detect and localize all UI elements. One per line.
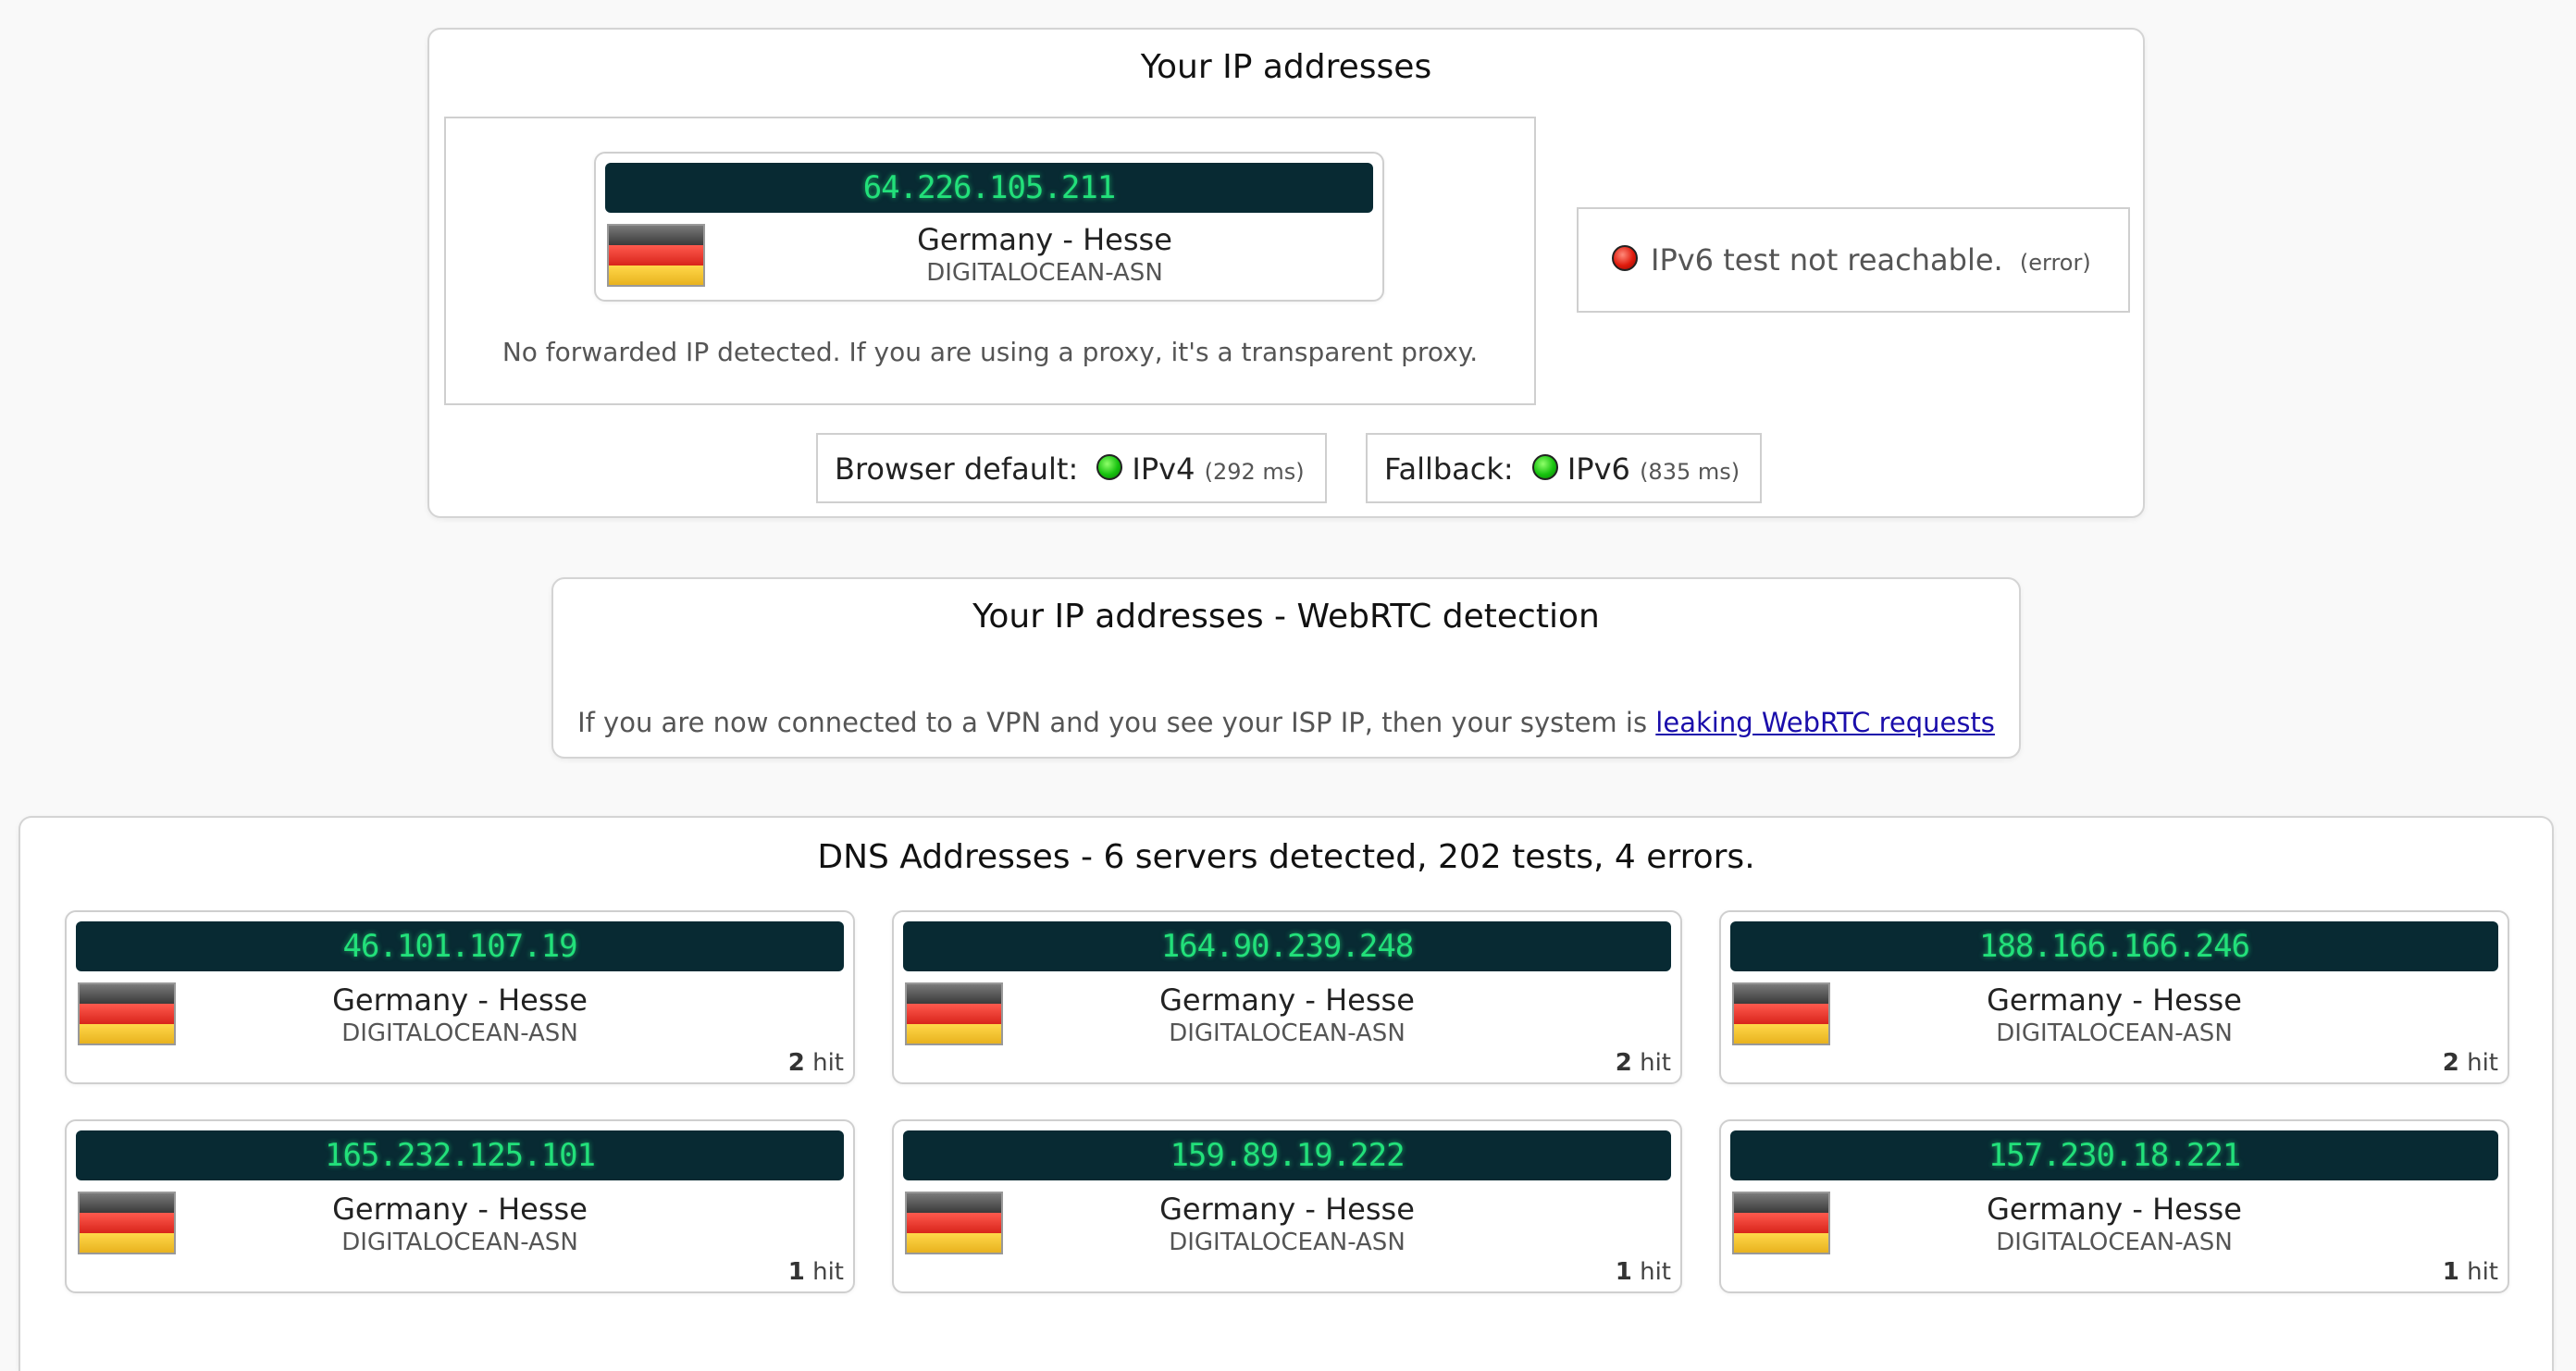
dns-server-ip[interactable]: 165.232.125.101 bbox=[76, 1130, 844, 1180]
dns-server-hits: 2 hit bbox=[788, 1049, 844, 1077]
dns-server-ip[interactable]: 188.166.166.246 bbox=[1730, 921, 2498, 971]
ipv4-location: Germany - Hesse bbox=[917, 222, 1172, 257]
dns-server-ip[interactable]: 157.230.18.221 bbox=[1730, 1130, 2498, 1180]
dns-panel-title: DNS Addresses - 6 servers detected, 202 … bbox=[817, 838, 1755, 876]
dns-server-asn: DIGITALOCEAN-ASN bbox=[1996, 1019, 2233, 1047]
dns-server-hit-count: 1 bbox=[2442, 1258, 2459, 1286]
red-status-dot-icon bbox=[1612, 245, 1638, 271]
fallback-box: Fallback: IPv6 (835 ms) bbox=[1366, 433, 1762, 503]
dns-server-hits: 1 hit bbox=[788, 1258, 844, 1286]
dns-server-card: 46.101.107.19 Germany - Hesse DIGITALOCEAN… bbox=[65, 910, 855, 1084]
dns-server-location: Germany - Hesse bbox=[1159, 1192, 1415, 1227]
dns-panel: DNS Addresses - 6 servers detected, 202 … bbox=[19, 816, 2554, 1371]
ipv6-error-detail: (error) bbox=[2019, 250, 2091, 276]
dns-server-ip[interactable]: 159.89.19.222 bbox=[903, 1130, 1671, 1180]
webrtc-leak-link[interactable]: leaking WebRTC requests bbox=[1655, 707, 1995, 738]
germany-flag-icon bbox=[607, 224, 705, 287]
dns-server-asn: DIGITALOCEAN-ASN bbox=[1169, 1019, 1406, 1047]
browser-default-label: Browser default: bbox=[835, 451, 1079, 487]
dns-server-hits: 2 hit bbox=[2443, 1049, 2498, 1077]
dns-server-asn: DIGITALOCEAN-ASN bbox=[341, 1019, 578, 1047]
dns-server-hits: 2 hit bbox=[1616, 1049, 1671, 1077]
browser-default-protocol: IPv4 bbox=[1132, 451, 1195, 487]
dns-server-asn: DIGITALOCEAN-ASN bbox=[1996, 1229, 2233, 1256]
webrtc-note-text: If you are now connected to a VPN and yo… bbox=[577, 707, 1656, 738]
green-status-dot-icon bbox=[1096, 454, 1123, 480]
dns-server-hit-label: hit bbox=[2467, 1258, 2498, 1286]
dns-server-location: Germany - Hesse bbox=[1987, 1192, 2242, 1227]
dns-server-hit-count: 2 bbox=[2442, 1049, 2459, 1077]
dns-server-hit-count: 1 bbox=[787, 1258, 805, 1286]
browser-default-box: Browser default: IPv4 (292 ms) bbox=[816, 433, 1327, 503]
dns-server-location: Germany - Hesse bbox=[332, 982, 588, 1018]
fallback-label: Fallback: bbox=[1384, 451, 1514, 487]
ipv4-card: 64.226.105.211 Germany - Hesse DIGITALOC… bbox=[594, 152, 1384, 302]
dns-server-location: Germany - Hesse bbox=[332, 1192, 588, 1227]
dns-server-ip[interactable]: 164.90.239.248 bbox=[903, 921, 1671, 971]
ipv4-asn: DIGITALOCEAN-ASN bbox=[926, 259, 1163, 287]
dns-server-hit-label: hit bbox=[2467, 1049, 2498, 1077]
ipv4-address[interactable]: 64.226.105.211 bbox=[605, 163, 1373, 213]
dns-server-hit-label: hit bbox=[812, 1258, 844, 1286]
dns-server-asn: DIGITALOCEAN-ASN bbox=[341, 1229, 578, 1256]
dns-server-card: 159.89.19.222 Germany - Hesse DIGITALOCEAN… bbox=[892, 1119, 1682, 1293]
dns-server-hit-count: 2 bbox=[787, 1049, 805, 1077]
ipv6-message: IPv6 test not reachable. bbox=[1651, 242, 2003, 278]
ip-addresses-panel: Your IP addresses 64.226.105.211 Germany… bbox=[427, 28, 2145, 518]
browser-default-time: (292 ms) bbox=[1204, 459, 1305, 485]
dns-server-card: 165.232.125.101 Germany - Hesse DIGITALOCE… bbox=[65, 1119, 855, 1293]
webrtc-panel-title: Your IP addresses - WebRTC detection bbox=[972, 598, 1600, 636]
dns-server-ip[interactable]: 46.101.107.19 bbox=[76, 921, 844, 971]
dns-server-asn: DIGITALOCEAN-ASN bbox=[1169, 1229, 1406, 1256]
webrtc-panel: Your IP addresses - WebRTC detection If … bbox=[551, 577, 2021, 759]
dns-server-hit-count: 2 bbox=[1615, 1049, 1632, 1077]
ip-panel-title: Your IP addresses bbox=[1140, 48, 1432, 86]
ipv4-box: 64.226.105.211 Germany - Hesse DIGITALOC… bbox=[444, 117, 1536, 405]
dns-server-hit-label: hit bbox=[1640, 1258, 1671, 1286]
dns-server-hit-label: hit bbox=[1640, 1049, 1671, 1077]
dns-server-hit-count: 1 bbox=[1615, 1258, 1632, 1286]
dns-server-location: Germany - Hesse bbox=[1987, 982, 2242, 1018]
dns-server-location: Germany - Hesse bbox=[1159, 982, 1415, 1018]
dns-server-card: 157.230.18.221 Germany - Hesse DIGITALOCEA… bbox=[1719, 1119, 2509, 1293]
fallback-protocol: IPv6 bbox=[1567, 451, 1630, 487]
green-status-dot-icon bbox=[1531, 454, 1558, 480]
dns-server-hits: 1 hit bbox=[2443, 1258, 2498, 1286]
dns-server-hit-label: hit bbox=[812, 1049, 844, 1077]
fallback-time: (835 ms) bbox=[1640, 459, 1740, 485]
forwarded-ip-note: No forwarded IP detected. If you are usi… bbox=[502, 337, 1479, 367]
dns-server-card: 188.166.166.246 Germany - Hesse DIGITALOCE… bbox=[1719, 910, 2509, 1084]
dns-server-card: 164.90.239.248 Germany - Hesse DIGITALOCEA… bbox=[892, 910, 1682, 1084]
ipv6-box: IPv6 test not reachable. (error) bbox=[1577, 207, 2130, 313]
dns-server-hits: 1 hit bbox=[1616, 1258, 1671, 1286]
webrtc-note: If you are now connected to a VPN and yo… bbox=[553, 707, 2019, 738]
